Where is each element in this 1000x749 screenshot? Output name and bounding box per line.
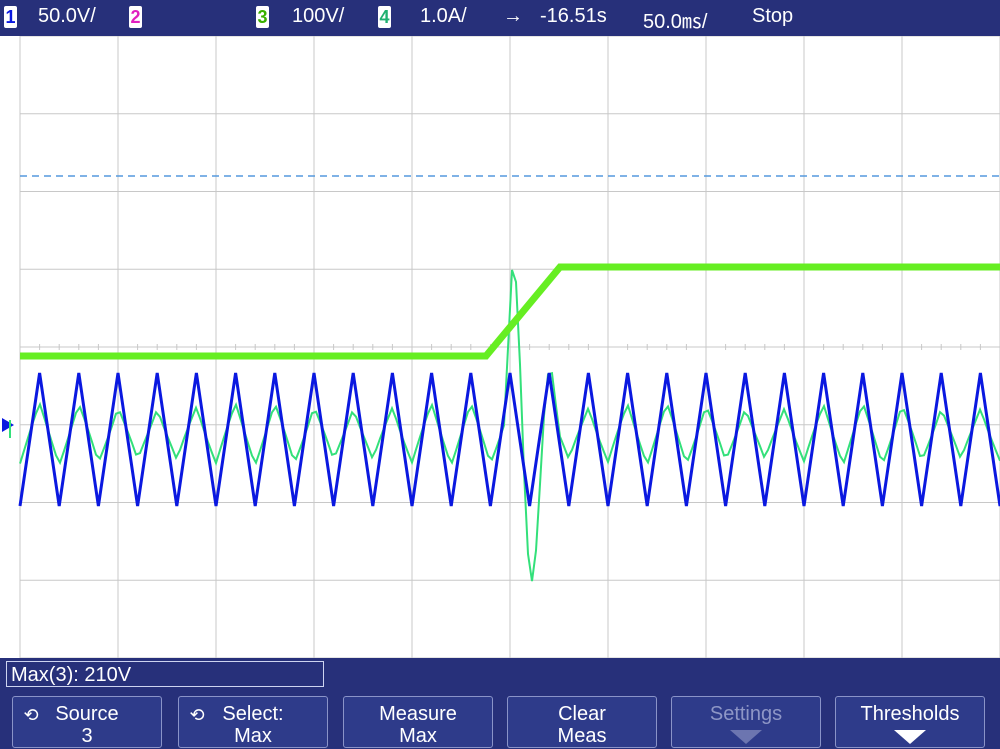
- softkey-value: Max: [234, 725, 272, 747]
- softkey-value: Max: [399, 725, 437, 747]
- softkey-label: Select:: [222, 703, 284, 725]
- measurement-bar: Max(3): 210V: [0, 658, 1000, 690]
- channel-2-indicator[interactable]: 2: [129, 6, 142, 28]
- run-state: Stop: [752, 5, 794, 27]
- channel-1-indicator[interactable]: 1: [4, 6, 17, 28]
- down-arrow-icon: [730, 730, 762, 744]
- measure-max-softkey[interactable]: Measure Max: [343, 696, 493, 748]
- channel-3-scale: 100V/: [292, 5, 345, 27]
- down-arrow-icon: [894, 730, 926, 744]
- waveform-plot: [2, 36, 1000, 658]
- settings-softkey[interactable]: Settings: [671, 696, 821, 748]
- measurement-readout: Max(3): 210V: [6, 661, 324, 687]
- softkey-label: Clear: [558, 703, 606, 725]
- channel-1-scale: 50.0V/: [38, 5, 96, 27]
- trigger-arrow-icon: →: [503, 5, 523, 27]
- softkey-label: Source: [55, 703, 119, 725]
- time-scale: 50.0㎳/: [643, 11, 708, 33]
- channel-4-indicator[interactable]: 4: [378, 6, 391, 28]
- softkey-label: Settings: [709, 703, 783, 725]
- clear-meas-softkey[interactable]: Clear Meas: [507, 696, 657, 748]
- softkey-label: Measure: [379, 703, 457, 725]
- ground-marker-icon: [2, 418, 14, 438]
- status-bar: 1 50.0V/ 2 3 100V/ 4 1.0A/ → -16.51s 50.…: [0, 0, 1000, 36]
- channel-4-scale: 1.0A/: [420, 5, 467, 27]
- softkey-value: Meas: [557, 725, 607, 747]
- thresholds-softkey[interactable]: Thresholds: [835, 696, 985, 748]
- softkey-bar: ⟲ Source 3 ⟲ Select: Max Measure Max Cle…: [0, 690, 1000, 749]
- time-offset: -16.51s: [540, 5, 607, 27]
- select-softkey[interactable]: ⟲ Select: Max: [178, 696, 328, 748]
- graticule: [19, 36, 1000, 658]
- waveform-display[interactable]: [0, 36, 1000, 658]
- channel-3-indicator[interactable]: 3: [256, 6, 269, 28]
- softkey-value: 3: [81, 725, 93, 747]
- source-softkey[interactable]: ⟲ Source 3: [12, 696, 162, 748]
- softkey-label: Thresholds: [860, 703, 960, 725]
